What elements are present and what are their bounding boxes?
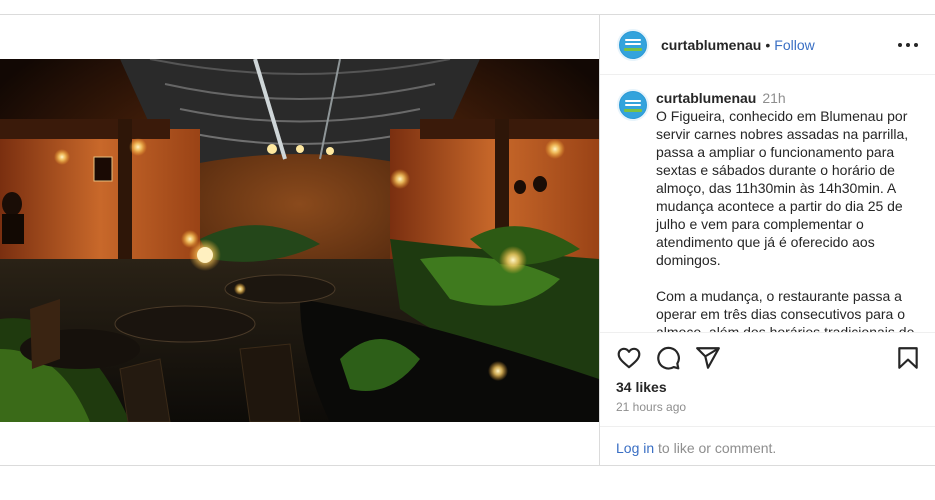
caption-avatar[interactable] [617,89,649,121]
caption-paragraph-1: O Figueira, conhecido em Blumenau por se… [656,108,909,268]
share-icon[interactable] [695,345,721,371]
caption: curtablumenau 21h O Figueira, conhecido e… [617,89,922,332]
bookmark-icon[interactable] [895,345,921,371]
caption-username[interactable]: curtablumenau [656,90,756,106]
post-timestamp[interactable]: 21 hours ago [616,400,686,414]
avatar[interactable] [617,28,649,61]
caption-scroll-area[interactable]: curtablumenau 21h O Figueira, conhecido e… [600,76,935,332]
caption-paragraph-2: Com a mudança, o restaurante passa a ope… [656,288,915,332]
post-media [0,15,599,465]
comment-prompt: Log in to like or comment. [600,426,935,466]
comment-prompt-text: to like or comment. [654,440,777,456]
action-icons [616,345,921,373]
login-link[interactable]: Log in [616,440,654,456]
caption-time[interactable]: 21h [762,90,785,106]
separator-dot: • [765,36,771,53]
likes-count[interactable]: 34 likes [616,379,667,395]
post-container: curtablumenau • Follow curtablumenau 21h… [0,14,935,466]
actions-area: 34 likes 21 hours ago Log in to like or … [600,332,935,465]
account-username[interactable]: curtablumenau [661,37,761,53]
avatar-logo [620,92,646,118]
comment-icon[interactable] [655,345,681,371]
caption-body: curtablumenau 21h O Figueira, conhecido e… [656,89,922,332]
post-side-panel: curtablumenau • Follow curtablumenau 21h… [599,15,935,465]
heart-icon[interactable] [616,345,642,371]
avatar-logo [620,31,646,58]
post-header: curtablumenau • Follow [600,15,935,75]
more-options-icon[interactable] [898,35,918,55]
follow-button[interactable]: Follow [774,37,814,53]
post-photo[interactable] [0,59,599,422]
